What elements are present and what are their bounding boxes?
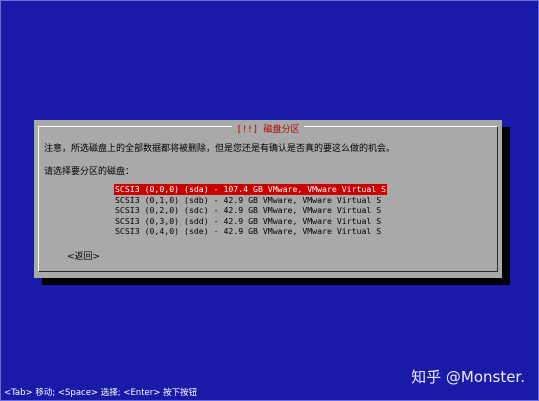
prompt-text: 请选择要分区的磁盘： [44, 167, 135, 177]
status-bar-hints: <Tab> 移动; <Space> 选择; <Enter> 按下按钮 [4, 388, 198, 398]
disk-item-sdb[interactable]: SCSI3 (0,1,0) (sdb) - 42.9 GB VMware, VM… [114, 195, 387, 206]
disk-item-sda[interactable]: SCSI3 (0,0,0) (sda) - 107.4 GB VMware, V… [114, 184, 388, 195]
warning-text: 注意，所选磁盘上的全部数据都将被删除，但是您还是有确认是否真的要这么做的机会。 [44, 144, 396, 154]
partition-dialog: [!!] 磁盘分区 注意，所选磁盘上的全部数据都将被删除，但是您还是有确认是否真… [34, 120, 502, 278]
back-button[interactable]: <返回> [67, 249, 100, 262]
disk-item-sdc[interactable]: SCSI3 (0,2,0) (sdc) - 42.9 GB VMware, VM… [114, 205, 387, 216]
dialog-title: [!!] 磁盘分区 [232, 125, 304, 135]
disk-list: SCSI3 (0,0,0) (sda) - 107.4 GB VMware, V… [114, 184, 388, 237]
watermark: 知乎 @Monster. [411, 368, 525, 386]
disk-item-sdd[interactable]: SCSI3 (0,3,0) (sdd) - 42.9 GB VMware, VM… [114, 216, 387, 227]
disk-item-sde[interactable]: SCSI3 (0,4,0) (sde) - 42.9 GB VMware, VM… [114, 226, 387, 237]
